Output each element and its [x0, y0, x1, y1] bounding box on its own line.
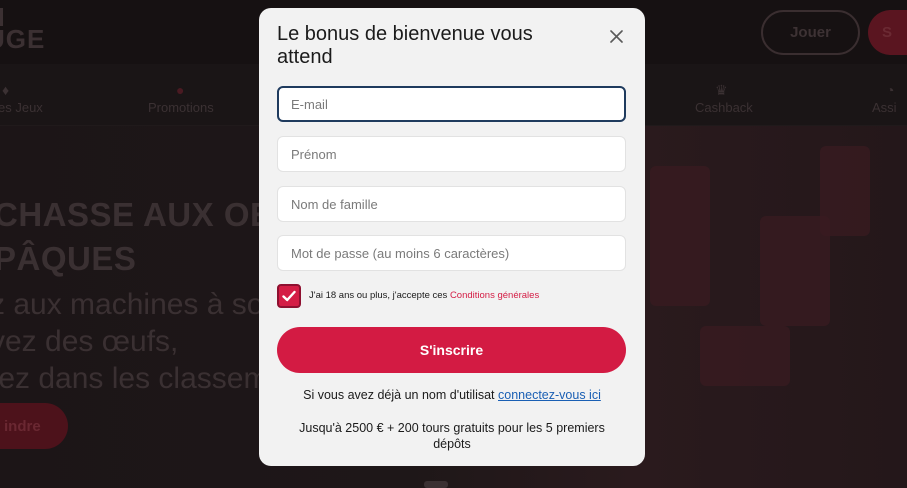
bonus-text: Jusqu'à 2500 € + 200 tours gratuits pour… — [299, 421, 605, 451]
terms-link[interactable]: Conditions générales — [450, 290, 539, 301]
play-button: Jouer — [761, 10, 860, 55]
close-icon — [609, 29, 623, 43]
logo-line2: UGE — [0, 24, 46, 54]
password-field[interactable] — [277, 235, 626, 271]
site-logo: N UGE — [0, 4, 46, 54]
email-field[interactable] — [277, 86, 626, 122]
terms-label: J'ai 18 ans ou plus, j'accepte ces Condi… — [309, 290, 539, 301]
login-prompt-text: Si vous avez déjà un nom d'utilisat — [303, 388, 495, 402]
hero-decoration — [650, 166, 710, 306]
hero-text-line2: vez des œufs, — [0, 325, 179, 358]
crown-icon: ♛ — [715, 82, 728, 98]
lastname-field[interactable] — [277, 186, 626, 222]
login-link[interactable]: connectez-vous ici — [498, 388, 601, 402]
signup-pill: S — [868, 10, 907, 55]
close-button[interactable] — [607, 27, 625, 45]
terms-checkbox[interactable] — [277, 284, 301, 308]
hero-decoration — [700, 326, 790, 386]
hero-decoration — [820, 146, 870, 236]
nav-item-games: es Jeux — [0, 100, 43, 115]
games-icon: ♦ — [2, 82, 10, 98]
nav-item-support: Assi — [872, 100, 897, 115]
hero-text-line3: tez dans les classem — [0, 362, 269, 395]
firstname-field[interactable] — [277, 136, 626, 172]
support-icon: ◔ — [886, 82, 895, 98]
signup-modal: Le bonus de bienvenue vous attend J'ai 1… — [259, 8, 645, 466]
hero-title-line1: CHASSE AUX OEU — [0, 196, 297, 233]
checkmark-icon — [282, 290, 296, 302]
hero-text-line1: z aux machines à so — [0, 288, 264, 321]
hero-decoration — [760, 216, 830, 326]
nav-item-cashback: Cashback — [695, 100, 753, 115]
hero-title-line2: PÂQUES — [0, 240, 137, 277]
modal-title: Le bonus de bienvenue vous attend — [277, 23, 533, 68]
terms-text: J'ai 18 ans ou plus, j'accepte ces — [309, 290, 448, 301]
carousel-indicator — [424, 481, 448, 488]
login-prompt: Si vous avez déjà un nom d'utilisat conn… — [259, 388, 645, 402]
promotions-icon: ● — [176, 82, 185, 98]
hero-cta-button: indre — [0, 403, 68, 449]
signup-button[interactable]: S'inscrire — [277, 327, 626, 373]
nav-item-promotions: Promotions — [148, 100, 214, 115]
